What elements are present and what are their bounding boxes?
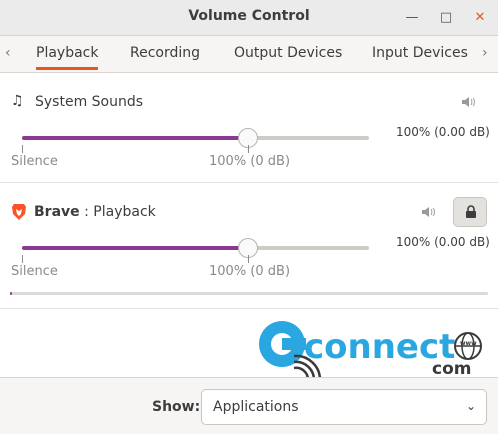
music-note-icon: ♫ <box>11 93 24 109</box>
stream-title: Playback <box>93 204 156 220</box>
tab-scroll-left-icon[interactable]: ‹ <box>5 45 11 61</box>
100-percent-label: 100% (0 dB) <box>209 154 291 169</box>
watermark-www: www <box>460 340 477 347</box>
minimize-icon[interactable]: — <box>402 8 422 28</box>
peak-level-meter <box>10 292 488 295</box>
speaker-mute-icon[interactable] <box>421 205 437 222</box>
tab-recording[interactable]: Recording <box>130 45 200 61</box>
peak-level-fill <box>10 292 13 295</box>
row-separator <box>0 182 498 183</box>
silence-label: Silence <box>11 154 58 169</box>
connect-watermark-logo: connect www com <box>256 318 488 384</box>
stream-app-name: Brave <box>34 204 80 220</box>
row-separator <box>0 308 498 309</box>
volume-slider-fill <box>22 246 248 250</box>
stream-name-separator: : <box>79 204 94 220</box>
window-title: Volume Control <box>188 8 310 24</box>
volume-slider[interactable] <box>22 238 369 258</box>
title-bar: Volume Control — □ ✕ <box>0 0 498 36</box>
speaker-mute-icon[interactable] <box>461 95 477 112</box>
tab-input-devices[interactable]: Input Devices <box>372 45 468 61</box>
100-percent-label: 100% (0 dB) <box>209 264 291 279</box>
lock-icon <box>466 205 476 218</box>
brave-logo-icon <box>11 203 27 225</box>
watermark-suffix: com <box>432 359 471 379</box>
100-percent-tick <box>248 145 249 153</box>
chevron-down-icon: ⌄ <box>465 399 476 413</box>
tab-scroll-right-icon[interactable]: › <box>482 45 488 61</box>
volume-slider-fill <box>22 136 248 140</box>
close-icon[interactable]: ✕ <box>470 8 490 28</box>
100-percent-tick <box>248 255 249 263</box>
stream-name: Brave : Playback <box>34 204 156 220</box>
silence-tick <box>22 145 23 153</box>
silence-tick <box>22 255 23 263</box>
lock-channels-button[interactable] <box>453 197 487 227</box>
show-filter-dropdown[interactable]: Applications ⌄ <box>201 389 487 425</box>
show-filter-value: Applications <box>213 399 299 415</box>
tab-bar: ‹ Playback Recording Output Devices Inpu… <box>0 36 498 73</box>
volume-slider[interactable] <box>22 128 369 148</box>
volume-value: 100% (0.00 dB) <box>396 125 490 139</box>
volume-value: 100% (0.00 dB) <box>396 235 490 249</box>
silence-label: Silence <box>11 264 58 279</box>
stream-name: System Sounds <box>35 94 144 110</box>
tab-playback[interactable]: Playback <box>36 45 99 70</box>
tab-output-devices[interactable]: Output Devices <box>234 45 342 61</box>
maximize-icon[interactable]: □ <box>436 8 456 28</box>
show-label: Show: <box>152 399 201 415</box>
